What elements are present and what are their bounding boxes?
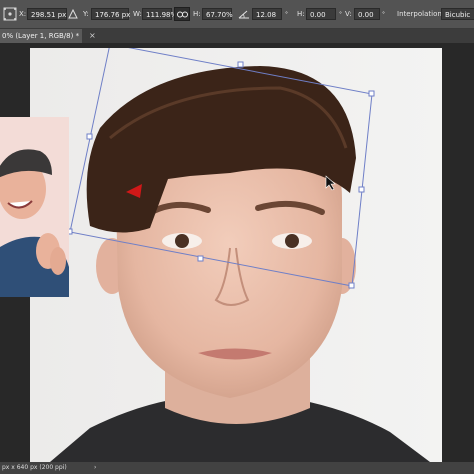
h-label: H: (193, 10, 201, 18)
w-field[interactable]: 111.98% (142, 8, 177, 20)
delta-icon[interactable] (68, 0, 78, 28)
y-label: Y: (83, 10, 89, 18)
document-tab[interactable]: 0% (Layer 1, RGB/8) * (0, 29, 82, 43)
interpolation-select[interactable]: Bicubic (441, 8, 474, 20)
h-field[interactable]: 67.70% (202, 8, 233, 20)
degree-mark: ° (339, 10, 342, 18)
x-label: X: (19, 10, 27, 18)
degree-mark: ° (382, 10, 385, 18)
close-icon[interactable]: × (89, 29, 96, 43)
hskew-field[interactable]: 0.00 (306, 8, 336, 20)
canvas-image[interactable] (30, 48, 442, 462)
chevron-right-icon[interactable]: › (94, 462, 96, 474)
w-label: W: (133, 10, 142, 18)
vskew-label: V: (345, 10, 352, 18)
status-doc-info: px x 640 px (200 ppi) (2, 464, 67, 471)
options-bar: X: 298.51 px Y: 176.76 px W: 111.98% H: … (0, 0, 474, 29)
angle-icon (238, 0, 250, 28)
degree-mark: ° (285, 10, 288, 18)
y-field[interactable]: 176.76 px (91, 8, 130, 20)
vskew-field[interactable]: 0.00 (354, 8, 380, 20)
status-bar: px x 640 px (200 ppi) › (0, 462, 474, 474)
angle-field[interactable]: 12.08 (252, 8, 282, 20)
hskew-label: H: (297, 10, 305, 18)
link-icon[interactable] (174, 7, 190, 21)
interpolation-label: Interpolation: (397, 10, 445, 18)
x-field[interactable]: 298.51 px (27, 8, 67, 20)
document-tab-bar: 0% (Layer 1, RGB/8) * (0, 29, 474, 43)
webcam-overlay (0, 117, 69, 297)
